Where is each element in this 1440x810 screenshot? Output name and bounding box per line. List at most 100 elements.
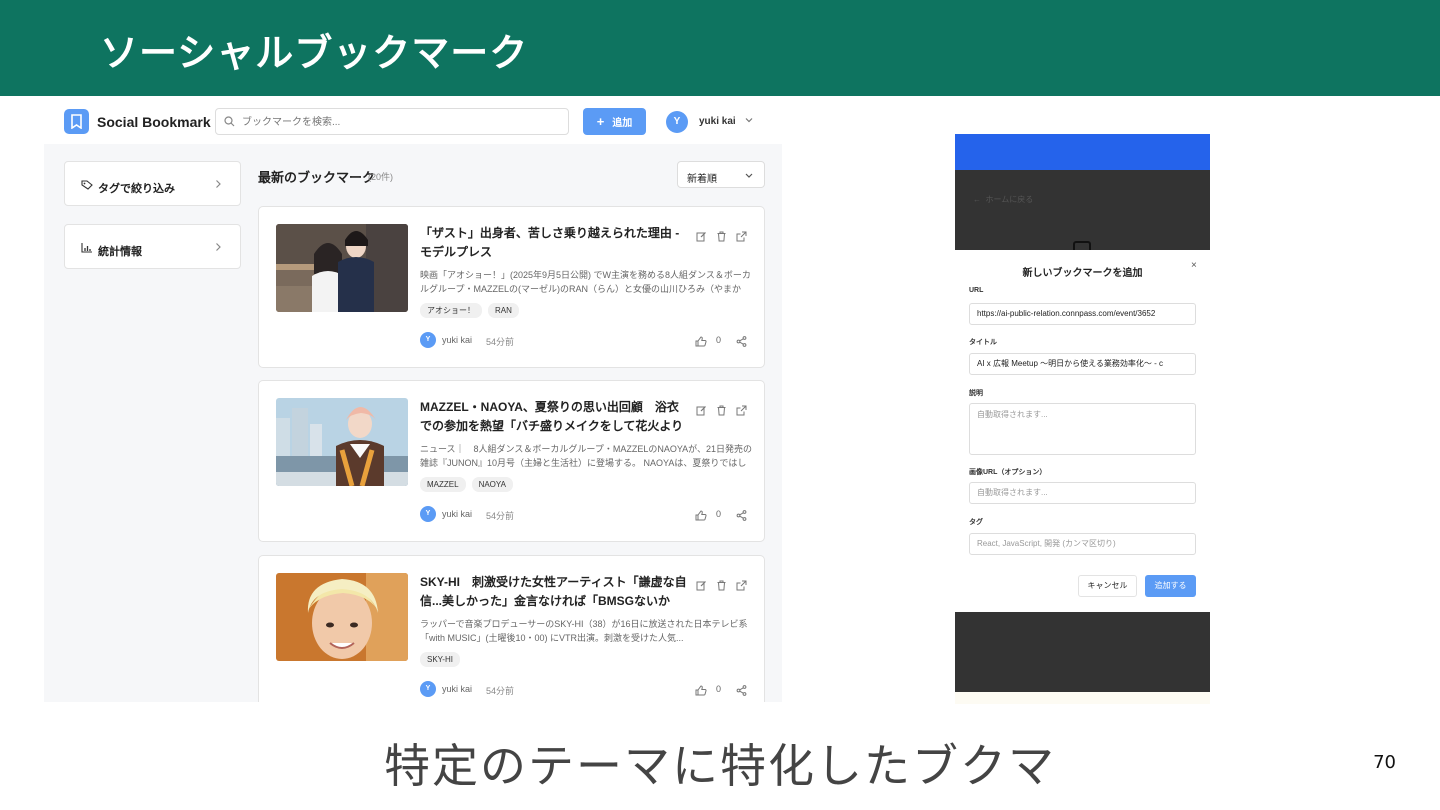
tag-icon bbox=[81, 180, 93, 190]
title-field[interactable]: AI x 広報 Meetup 〜明日から使える業務効率化〜 - c bbox=[969, 353, 1196, 375]
modal-screenshot: ← ホームに戻る 新しいブックマークを追加 × URL https://ai-p… bbox=[955, 134, 1210, 704]
external-link-icon[interactable] bbox=[736, 578, 747, 596]
thumbs-up-icon[interactable] bbox=[695, 683, 707, 701]
submit-button[interactable]: 追加する bbox=[1145, 575, 1196, 597]
bookmark-card[interactable]: SKY-HI 刺激受けた女性アーティスト「謙虚な自信...美しかった」金言なけれ… bbox=[258, 555, 765, 702]
avatar: Y bbox=[420, 332, 436, 348]
bookmark-title[interactable]: SKY-HI 刺激受けた女性アーティスト「謙虚な自信...美しかった」金言なけれ… bbox=[420, 573, 690, 611]
chevron-right-icon bbox=[216, 243, 221, 251]
bookmark-thumbnail[interactable] bbox=[276, 398, 408, 486]
share-icon[interactable] bbox=[736, 508, 747, 526]
bookmark-description: ラッパーで音楽プロデューサーのSKY-HI（38）が16日に放送された日本テレビ… bbox=[420, 619, 748, 643]
url-field[interactable]: https://ai-public-relation.connpass.com/… bbox=[969, 303, 1196, 325]
app-screenshot: Social Bookmark + 追加 Y yuki kai タグで絞り込み 統… bbox=[44, 100, 782, 702]
slide: ソーシャルブックマーク Social Bookmark + 追加 Y yuki k… bbox=[0, 0, 1440, 810]
thumbs-up-icon[interactable] bbox=[695, 508, 707, 526]
like-count: 0 bbox=[716, 509, 722, 519]
url-label: URL bbox=[969, 287, 984, 294]
avatar: Y bbox=[420, 681, 436, 697]
chevron-down-icon[interactable] bbox=[744, 115, 754, 125]
share-icon[interactable] bbox=[736, 334, 747, 352]
bookmark-title[interactable]: 「ザスト」出身者、苦しさ乗り越えられた理由 - モデルプレス bbox=[420, 224, 690, 262]
description-label: 説明 bbox=[969, 390, 983, 397]
bookmark-actions bbox=[696, 578, 752, 592]
tag-chip[interactable]: SKY-HI bbox=[420, 652, 460, 667]
bookmark-title[interactable]: MAZZEL・NAOYA、夏祭りの思い出回顧 浴衣での参加を熱望「バチ盛りメイク… bbox=[420, 398, 690, 436]
title-label: タイトル bbox=[969, 339, 997, 346]
search-input[interactable] bbox=[242, 113, 562, 131]
modal-bottom-strip bbox=[955, 692, 1210, 704]
tags-label: タグ bbox=[969, 519, 983, 526]
add-button-label: 追加 bbox=[612, 118, 633, 129]
trash-icon[interactable] bbox=[716, 229, 727, 247]
external-link-icon[interactable] bbox=[736, 403, 747, 421]
bookmark-user[interactable]: yuki kai bbox=[442, 509, 472, 519]
like-count: 0 bbox=[716, 335, 722, 345]
user-avatar[interactable]: Y bbox=[666, 111, 688, 133]
slide-title: ソーシャルブックマーク bbox=[100, 31, 529, 75]
share-icon[interactable] bbox=[736, 683, 747, 701]
cancel-button[interactable]: キャンセル bbox=[1078, 575, 1137, 597]
tag-chip[interactable]: NAOYA bbox=[471, 477, 513, 492]
bookmark-description: ニュース｜ 8人組ダンス＆ボーカルグループ・MAZZELのNAOYAが、21日発… bbox=[420, 444, 752, 468]
image-url-field[interactable]: 自動取得されます... bbox=[969, 482, 1196, 504]
external-link-icon[interactable] bbox=[736, 229, 747, 247]
sort-select[interactable]: 新着順 bbox=[677, 161, 765, 188]
bookmark-thumbnail[interactable] bbox=[276, 224, 408, 312]
bookmark-time: 54分前 bbox=[486, 511, 515, 521]
arrow-left-icon: ← bbox=[973, 195, 981, 204]
avatar: Y bbox=[420, 506, 436, 522]
bookmark-logo-icon bbox=[64, 109, 89, 134]
bar-chart-icon bbox=[81, 243, 92, 253]
app-header: Social Bookmark + 追加 Y yuki kai bbox=[44, 100, 782, 144]
bookmark-footer: Y yuki kai 54分前 0 bbox=[420, 681, 752, 697]
search-box[interactable] bbox=[215, 108, 569, 135]
bookmark-user[interactable]: yuki kai bbox=[442, 335, 472, 345]
slide-caption: 特定のテーマに特化したブクマ bbox=[384, 739, 1056, 793]
modal-backdrop-header bbox=[955, 134, 1210, 170]
image-url-label: 画像URL（オプション） bbox=[969, 469, 1047, 476]
tag-chip[interactable]: アオショー！ bbox=[420, 303, 482, 318]
sidebar-item-stats[interactable]: 統計情報 bbox=[64, 224, 241, 269]
bookmark-tags: アオショー！ RAN bbox=[420, 303, 525, 321]
bookmark-card[interactable]: MAZZEL・NAOYA、夏祭りの思い出回顧 浴衣での参加を熱望「バチ盛りメイク… bbox=[258, 380, 765, 542]
close-icon[interactable]: × bbox=[1191, 260, 1197, 271]
list-title: 最新のブックマーク bbox=[258, 170, 376, 185]
bookmark-time: 54分前 bbox=[486, 686, 515, 696]
bookmark-user[interactable]: yuki kai bbox=[442, 684, 472, 694]
sidebar-item-tags[interactable]: タグで絞り込み bbox=[64, 161, 241, 206]
sort-value: 新着順 bbox=[687, 174, 717, 185]
bookmark-tags: MAZZEL NAOYA bbox=[420, 477, 519, 495]
like-count: 0 bbox=[716, 684, 722, 694]
trash-icon[interactable] bbox=[716, 578, 727, 596]
bookmark-footer: Y yuki kai 54分前 0 bbox=[420, 332, 752, 348]
tags-field[interactable]: React, JavaScript, 開発 (カンマ区切り) bbox=[969, 533, 1196, 555]
sidebar-item-label: 統計情報 bbox=[98, 246, 142, 258]
edit-icon[interactable] bbox=[696, 578, 707, 596]
title-banner: ソーシャルブックマーク bbox=[0, 0, 1440, 96]
bookmark-thumbnail[interactable] bbox=[276, 573, 408, 661]
app-name[interactable]: Social Bookmark bbox=[97, 114, 211, 130]
description-field[interactable]: 自動取得されます... bbox=[969, 403, 1196, 455]
user-name[interactable]: yuki kai bbox=[699, 116, 736, 127]
list-count: (20件) bbox=[368, 172, 394, 182]
back-link-label: ホームに戻る bbox=[985, 195, 1034, 204]
bookmark-time: 54分前 bbox=[486, 337, 515, 347]
back-link[interactable]: ← ホームに戻る bbox=[973, 194, 1033, 205]
edit-icon[interactable] bbox=[696, 229, 707, 247]
add-bookmark-button[interactable]: + 追加 bbox=[583, 108, 646, 135]
trash-icon[interactable] bbox=[716, 403, 727, 421]
bookmark-tags: SKY-HI bbox=[420, 652, 466, 670]
thumbs-up-icon[interactable] bbox=[695, 334, 707, 352]
tag-chip[interactable]: RAN bbox=[488, 303, 519, 318]
page-number: 70 bbox=[1373, 752, 1396, 773]
tag-chip[interactable]: MAZZEL bbox=[420, 477, 466, 492]
edit-icon[interactable] bbox=[696, 403, 707, 421]
bookmark-description: 映画「アオショー！」(2025年9月5日公開) でW主演を務める8人組ダンス＆ボ… bbox=[420, 270, 751, 294]
modal-title: 新しいブックマークを追加 bbox=[1022, 268, 1143, 279]
bookmark-card[interactable]: 「ザスト」出身者、苦しさ乗り越えられた理由 - モデルプレス 映画「アオショー！… bbox=[258, 206, 765, 368]
plus-icon: + bbox=[596, 114, 605, 129]
sidebar-item-label: タグで絞り込み bbox=[98, 183, 175, 195]
search-icon bbox=[224, 116, 235, 127]
chevron-down-icon bbox=[745, 173, 753, 178]
